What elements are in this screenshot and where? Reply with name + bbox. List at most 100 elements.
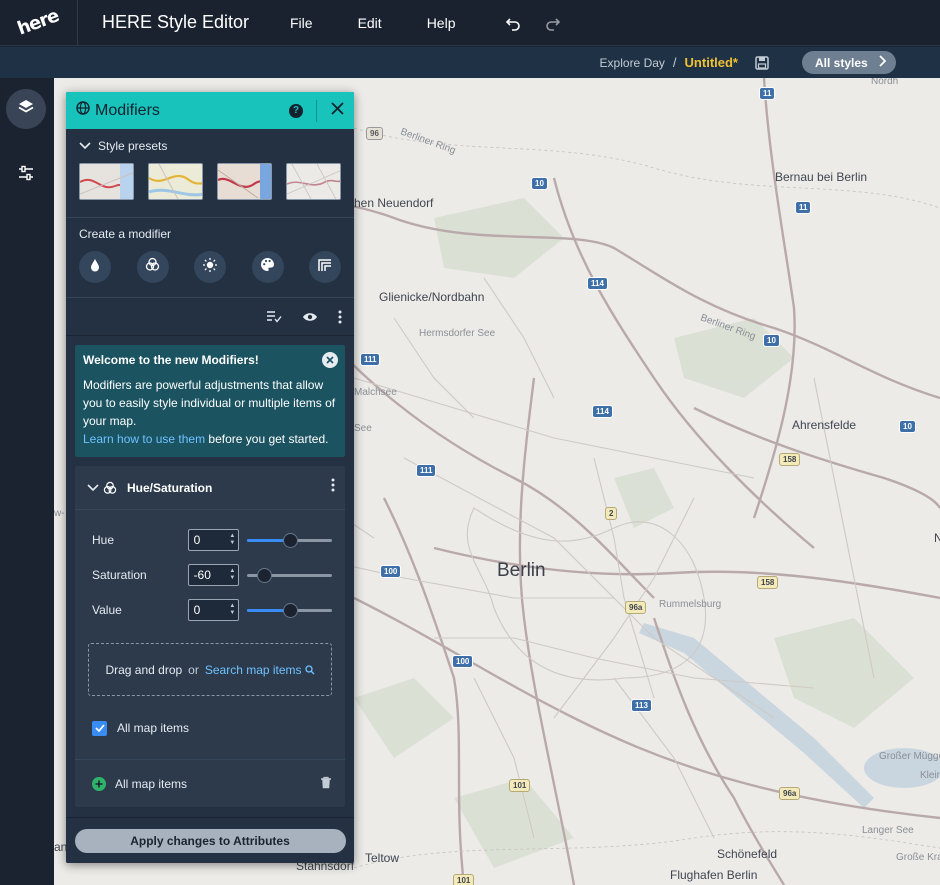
hue-input[interactable]: 0 ▲ ▼ bbox=[187, 528, 240, 551]
menu-help[interactable]: Help bbox=[427, 15, 456, 31]
all-styles-button[interactable]: All styles bbox=[802, 51, 896, 74]
chevron-down-icon[interactable] bbox=[87, 479, 99, 497]
more-vertical-icon[interactable] bbox=[338, 310, 342, 324]
map-label-town: N bbox=[934, 531, 940, 545]
route-shield: 158 bbox=[779, 453, 801, 466]
value-input[interactable]: 0 ▲ ▼ bbox=[187, 598, 240, 621]
list-check-icon[interactable] bbox=[266, 310, 282, 324]
route-shield: 10 bbox=[899, 420, 916, 433]
footer-label: All map items bbox=[115, 776, 188, 791]
redo-icon[interactable] bbox=[543, 13, 563, 33]
saturation-value: -60 bbox=[193, 567, 211, 582]
drop-zone[interactable]: Drag and drop or Search map items bbox=[88, 643, 332, 696]
map-label-small: Langer See bbox=[862, 825, 914, 836]
chevron-right-icon bbox=[878, 55, 887, 70]
menu-file[interactable]: File bbox=[290, 15, 313, 31]
preset-thumbnail-1[interactable] bbox=[79, 163, 134, 200]
globe-icon bbox=[76, 101, 90, 120]
preset-thumbnail-4[interactable] bbox=[286, 163, 341, 200]
panel-header: Modifiers ? bbox=[66, 92, 354, 129]
breadcrumb-bar: Explore Day / Untitled* All styles bbox=[0, 47, 940, 78]
map-label-small: Malchsee bbox=[354, 387, 397, 398]
param-row-saturation: Saturation -60 ▲ ▼ bbox=[75, 557, 345, 592]
map-label-city: Berlin bbox=[497, 560, 546, 581]
modifier-type-buttons bbox=[79, 251, 341, 283]
map-label-town: hen Neuendorf bbox=[354, 196, 434, 210]
route-shield: 111 bbox=[416, 464, 437, 477]
help-icon[interactable]: ? bbox=[289, 103, 303, 118]
style-presets-header[interactable]: Style presets bbox=[79, 139, 341, 153]
saturation-input[interactable]: -60 ▲ ▼ bbox=[187, 563, 240, 586]
trash-icon[interactable] bbox=[320, 776, 332, 792]
learn-more-link[interactable]: Learn how to use them bbox=[83, 432, 205, 446]
stepper-icon[interactable]: ▲ ▼ bbox=[229, 603, 235, 617]
map-label-small: See bbox=[354, 423, 372, 434]
map-label-town: Schönefeld bbox=[717, 847, 778, 861]
apply-changes-button[interactable]: Apply changes to Attributes bbox=[74, 828, 346, 853]
hue-saturation-icon bbox=[145, 257, 160, 277]
modifier-toolbar bbox=[66, 298, 354, 336]
map-label-small: Rummelsburg bbox=[659, 599, 722, 610]
drop-icon bbox=[88, 258, 102, 277]
route-shield: 101 bbox=[453, 874, 475, 885]
route-shield: 96a bbox=[625, 601, 647, 614]
route-shield: 11 bbox=[795, 201, 812, 214]
preset-thumbnail-2[interactable] bbox=[148, 163, 203, 200]
route-shield: 96a bbox=[779, 787, 801, 800]
here-logo[interactable]: here bbox=[0, 0, 78, 46]
eye-icon[interactable] bbox=[302, 311, 318, 323]
breadcrumb-style[interactable]: Explore Day bbox=[600, 56, 665, 70]
create-color-modifier-button[interactable] bbox=[79, 251, 111, 283]
undo-icon[interactable] bbox=[503, 13, 523, 33]
logo-text: here bbox=[15, 5, 62, 40]
route-shield: 111 bbox=[360, 353, 381, 366]
param-label: Value bbox=[92, 602, 122, 617]
preset-list bbox=[79, 163, 341, 200]
create-modifier-label: Create a modifier bbox=[79, 227, 172, 241]
value-slider[interactable] bbox=[247, 600, 332, 620]
add-icon[interactable] bbox=[92, 776, 106, 791]
stepper-icon[interactable]: ▲ ▼ bbox=[229, 568, 235, 582]
hue-slider[interactable] bbox=[247, 530, 332, 550]
all-styles-label: All styles bbox=[815, 55, 868, 70]
create-line-width-button[interactable] bbox=[309, 251, 341, 283]
modifier-header[interactable]: Hue/Saturation bbox=[75, 466, 345, 510]
all-map-items-checkbox[interactable] bbox=[92, 720, 107, 736]
menu-edit[interactable]: Edit bbox=[358, 15, 382, 31]
param-row-hue: Hue 0 ▲ ▼ bbox=[75, 522, 345, 557]
save-icon[interactable] bbox=[754, 55, 770, 71]
layers-icon bbox=[17, 98, 35, 121]
route-shield: 114 bbox=[592, 405, 613, 418]
layers-button[interactable] bbox=[6, 89, 46, 129]
route-shield: 113 bbox=[631, 699, 652, 712]
palette-icon bbox=[260, 257, 275, 277]
map-label-town: Flughafen Berlin bbox=[670, 868, 758, 882]
close-icon[interactable] bbox=[331, 101, 344, 120]
create-hue-saturation-button[interactable] bbox=[136, 251, 169, 283]
preset-thumbnail-3[interactable] bbox=[217, 163, 272, 200]
map-label-small: Nordh bbox=[871, 78, 899, 87]
left-rail bbox=[0, 78, 54, 885]
chevron-down-icon bbox=[79, 139, 91, 153]
adjustments-button[interactable] bbox=[6, 155, 46, 195]
route-shield: 101 bbox=[509, 779, 531, 792]
route-shield: 10 bbox=[531, 177, 548, 190]
route-shield: 96 bbox=[366, 127, 383, 140]
app-title: HERE Style Editor bbox=[102, 12, 250, 32]
panel-title: Modifiers bbox=[95, 101, 160, 119]
search-map-items-link[interactable]: Search map items bbox=[205, 663, 315, 677]
drop-or: or bbox=[188, 662, 199, 677]
stepper-icon[interactable]: ▲ ▼ bbox=[229, 533, 235, 547]
create-brightness-button[interactable] bbox=[194, 251, 226, 283]
breadcrumb-file-name[interactable]: Untitled* bbox=[685, 55, 738, 70]
welcome-title: Welcome to the new Modifiers! bbox=[83, 353, 259, 367]
value-value: 0 bbox=[193, 602, 201, 617]
main-menu: File Edit Help bbox=[290, 15, 500, 31]
route-shield: 100 bbox=[380, 565, 402, 578]
map-label-small: Kleir bbox=[920, 770, 940, 781]
create-palette-button[interactable] bbox=[251, 251, 284, 283]
saturation-slider[interactable] bbox=[247, 565, 332, 585]
close-banner-icon[interactable] bbox=[322, 352, 338, 368]
more-vertical-icon[interactable] bbox=[331, 478, 335, 497]
welcome-banner: Welcome to the new Modifiers! Modifiers … bbox=[75, 345, 345, 457]
